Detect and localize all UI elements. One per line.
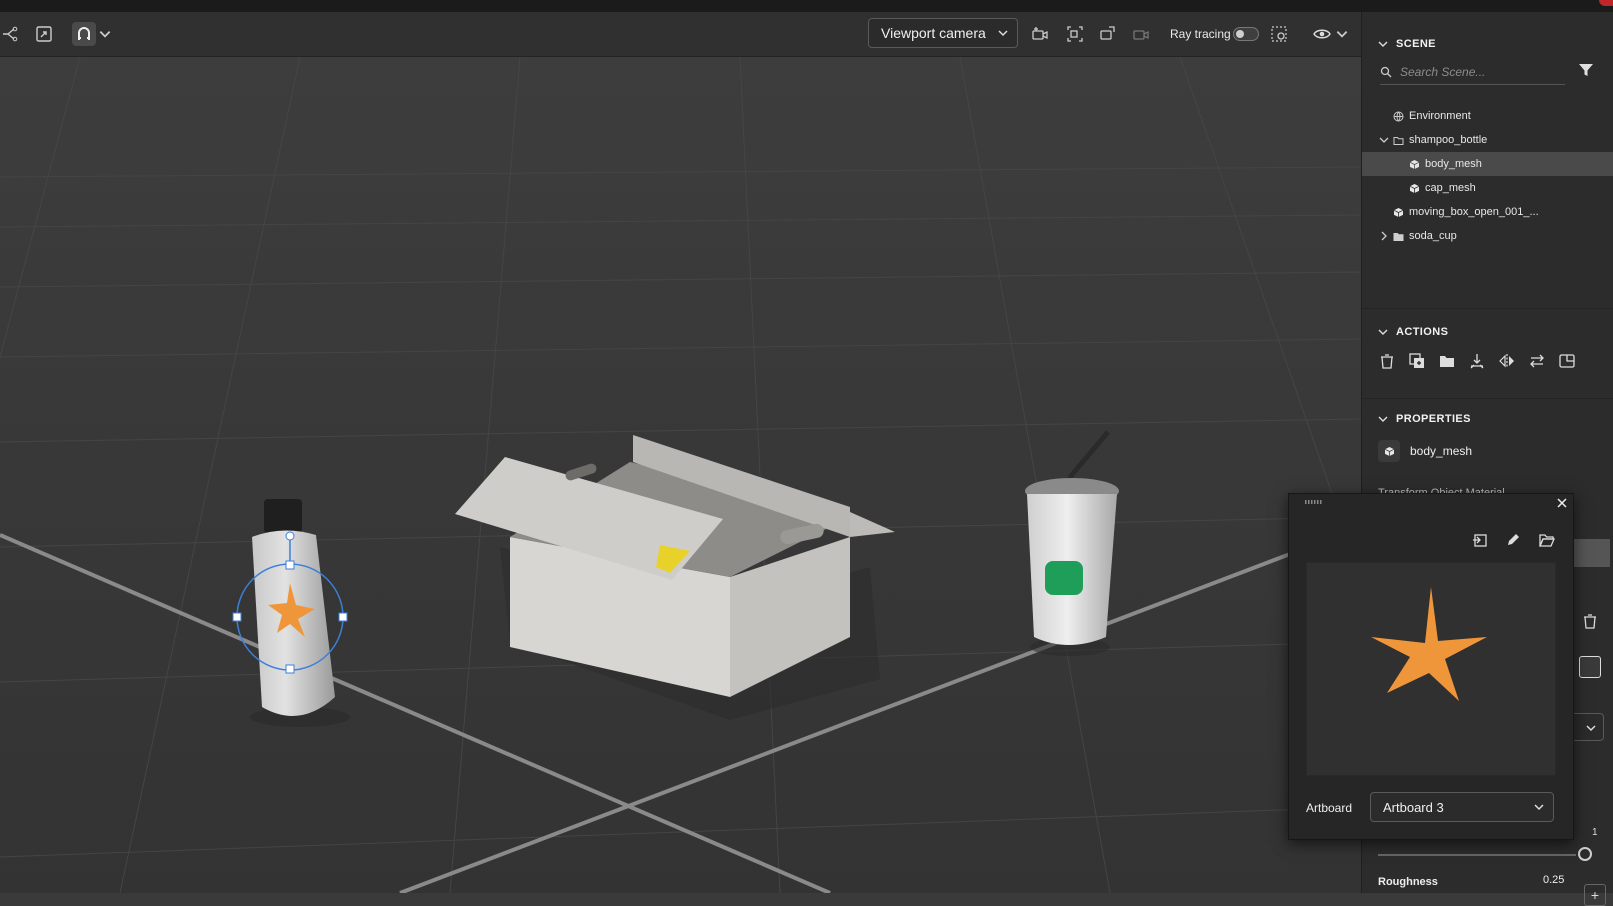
scene-section-title: SCENE (1396, 38, 1436, 50)
camera-bookmark-icon[interactable] (1096, 22, 1120, 46)
share-nodes-icon[interactable] (0, 22, 22, 46)
group-folder-icon[interactable] (1438, 352, 1456, 370)
properties-section-header[interactable]: PROPERTIES (1378, 413, 1471, 425)
snap-options-chevron-icon[interactable] (98, 22, 112, 46)
properties-object: body_mesh (1378, 440, 1472, 462)
open-folder-icon[interactable] (1539, 532, 1555, 548)
slider-handle[interactable] (1578, 847, 1592, 861)
properties-object-name: body_mesh (1410, 444, 1473, 458)
camera-frame-icon[interactable] (1063, 22, 1087, 46)
chevron-down-icon (1378, 416, 1388, 422)
scene-search-input[interactable] (1398, 64, 1562, 80)
tree-item-body-mesh[interactable]: body_mesh (1362, 152, 1613, 176)
mirror-icon[interactable] (1498, 352, 1516, 370)
drag-handle-icon[interactable] (1305, 500, 1323, 504)
tree-item-label: cap_mesh (1425, 182, 1476, 194)
camera-disabled-icon[interactable] (1129, 22, 1153, 46)
slider-track[interactable] (1378, 854, 1576, 856)
tree-item-label: moving_box_open_001_... (1409, 206, 1539, 218)
delete-icon[interactable] (1378, 352, 1396, 370)
frame-select-icon[interactable] (32, 22, 56, 46)
tree-item-label: shampoo_bottle (1409, 134, 1488, 146)
mesh-icon (1409, 183, 1420, 193)
viewport-camera-select[interactable]: Viewport camera (868, 18, 1018, 48)
camera-add-icon[interactable] (1028, 22, 1052, 46)
tree-item-environment[interactable]: Environment (1362, 104, 1613, 128)
chevron-down-icon[interactable] (1379, 135, 1389, 145)
scene-section-header[interactable]: SCENE (1378, 38, 1436, 50)
artboard-label: Artboard (1306, 801, 1353, 815)
window-close-indicator[interactable] (1599, 0, 1613, 6)
visibility-options-chevron-icon[interactable] (1335, 22, 1349, 46)
tree-item-cap-mesh[interactable]: cap_mesh (1362, 176, 1613, 200)
delete-icon[interactable] (1581, 612, 1599, 630)
chevron-down-icon (1378, 329, 1388, 335)
chevron-down-icon (1378, 41, 1388, 47)
star-decal-preview (1371, 587, 1487, 701)
scene-search[interactable] (1380, 60, 1565, 85)
drop-to-ground-icon[interactable] (1468, 352, 1486, 370)
globe-icon (1393, 111, 1404, 121)
visibility-eye-icon[interactable] (1310, 22, 1334, 46)
add-button[interactable]: + (1584, 884, 1606, 906)
duplicate-icon[interactable] (1408, 352, 1426, 370)
tree-item-label: soda_cup (1409, 230, 1457, 242)
viewport-scene (0, 57, 1361, 893)
tree-item-label: Environment (1409, 110, 1471, 122)
artboard-select-value: Artboard 3 (1383, 799, 1444, 815)
ray-tracing-toggle[interactable] (1233, 27, 1259, 41)
slider-value: 1 (1592, 827, 1598, 838)
swap-icon[interactable] (1528, 352, 1546, 370)
frame-icon[interactable] (1558, 352, 1576, 370)
close-icon[interactable] (1555, 496, 1569, 510)
actions-section-header[interactable]: ACTIONS (1378, 326, 1448, 338)
chevron-down-icon (1586, 725, 1596, 732)
app-top-strip (0, 0, 1613, 12)
mesh-icon (1409, 159, 1420, 169)
mesh-icon (1393, 207, 1404, 217)
ray-tracing-label: Ray tracing (1170, 27, 1231, 41)
mesh-icon (1378, 440, 1400, 462)
viewport-camera-value: Viewport camera (881, 25, 986, 41)
chevron-down-icon (1534, 804, 1544, 811)
import-artboard-icon[interactable] (1472, 532, 1488, 548)
viewport-toolbar: Viewport camera Ray tracing (0, 12, 1361, 57)
folder-icon (1393, 232, 1404, 241)
actions-toolbar (1378, 352, 1576, 370)
properties-section-title: PROPERTIES (1396, 413, 1471, 425)
artboard-select[interactable]: Artboard 3 (1370, 792, 1554, 822)
actions-section-title: ACTIONS (1396, 326, 1449, 338)
chevron-down-icon (998, 30, 1008, 37)
3d-viewport[interactable] (0, 57, 1361, 893)
render-settings-icon[interactable] (1267, 22, 1291, 46)
toggle-knob (1236, 30, 1244, 38)
roughness-value[interactable]: 0.25 (1543, 874, 1564, 886)
search-icon (1380, 66, 1392, 78)
roughness-label: Roughness (1378, 876, 1438, 888)
snap-magnet-icon[interactable] (72, 22, 96, 46)
property-color-swatch[interactable] (1572, 539, 1610, 567)
tree-item-moving-box[interactable]: moving_box_open_001_... (1362, 200, 1613, 224)
artboard-picker-popup: Artboard Artboard 3 (1288, 493, 1574, 840)
tree-item-label: body_mesh (1425, 158, 1482, 170)
section-divider (1362, 308, 1613, 309)
folder-icon (1393, 136, 1404, 145)
decal-thumbnail-icon[interactable] (1579, 656, 1601, 678)
section-divider (1362, 398, 1613, 399)
edit-pencil-icon[interactable] (1505, 532, 1521, 548)
filter-icon[interactable] (1578, 62, 1594, 78)
artboard-preview[interactable] (1306, 562, 1556, 776)
chevron-right-icon[interactable] (1379, 231, 1389, 241)
tree-item-shampoo-bottle[interactable]: shampoo_bottle (1362, 128, 1613, 152)
tree-item-soda-cup[interactable]: soda_cup (1362, 224, 1613, 248)
